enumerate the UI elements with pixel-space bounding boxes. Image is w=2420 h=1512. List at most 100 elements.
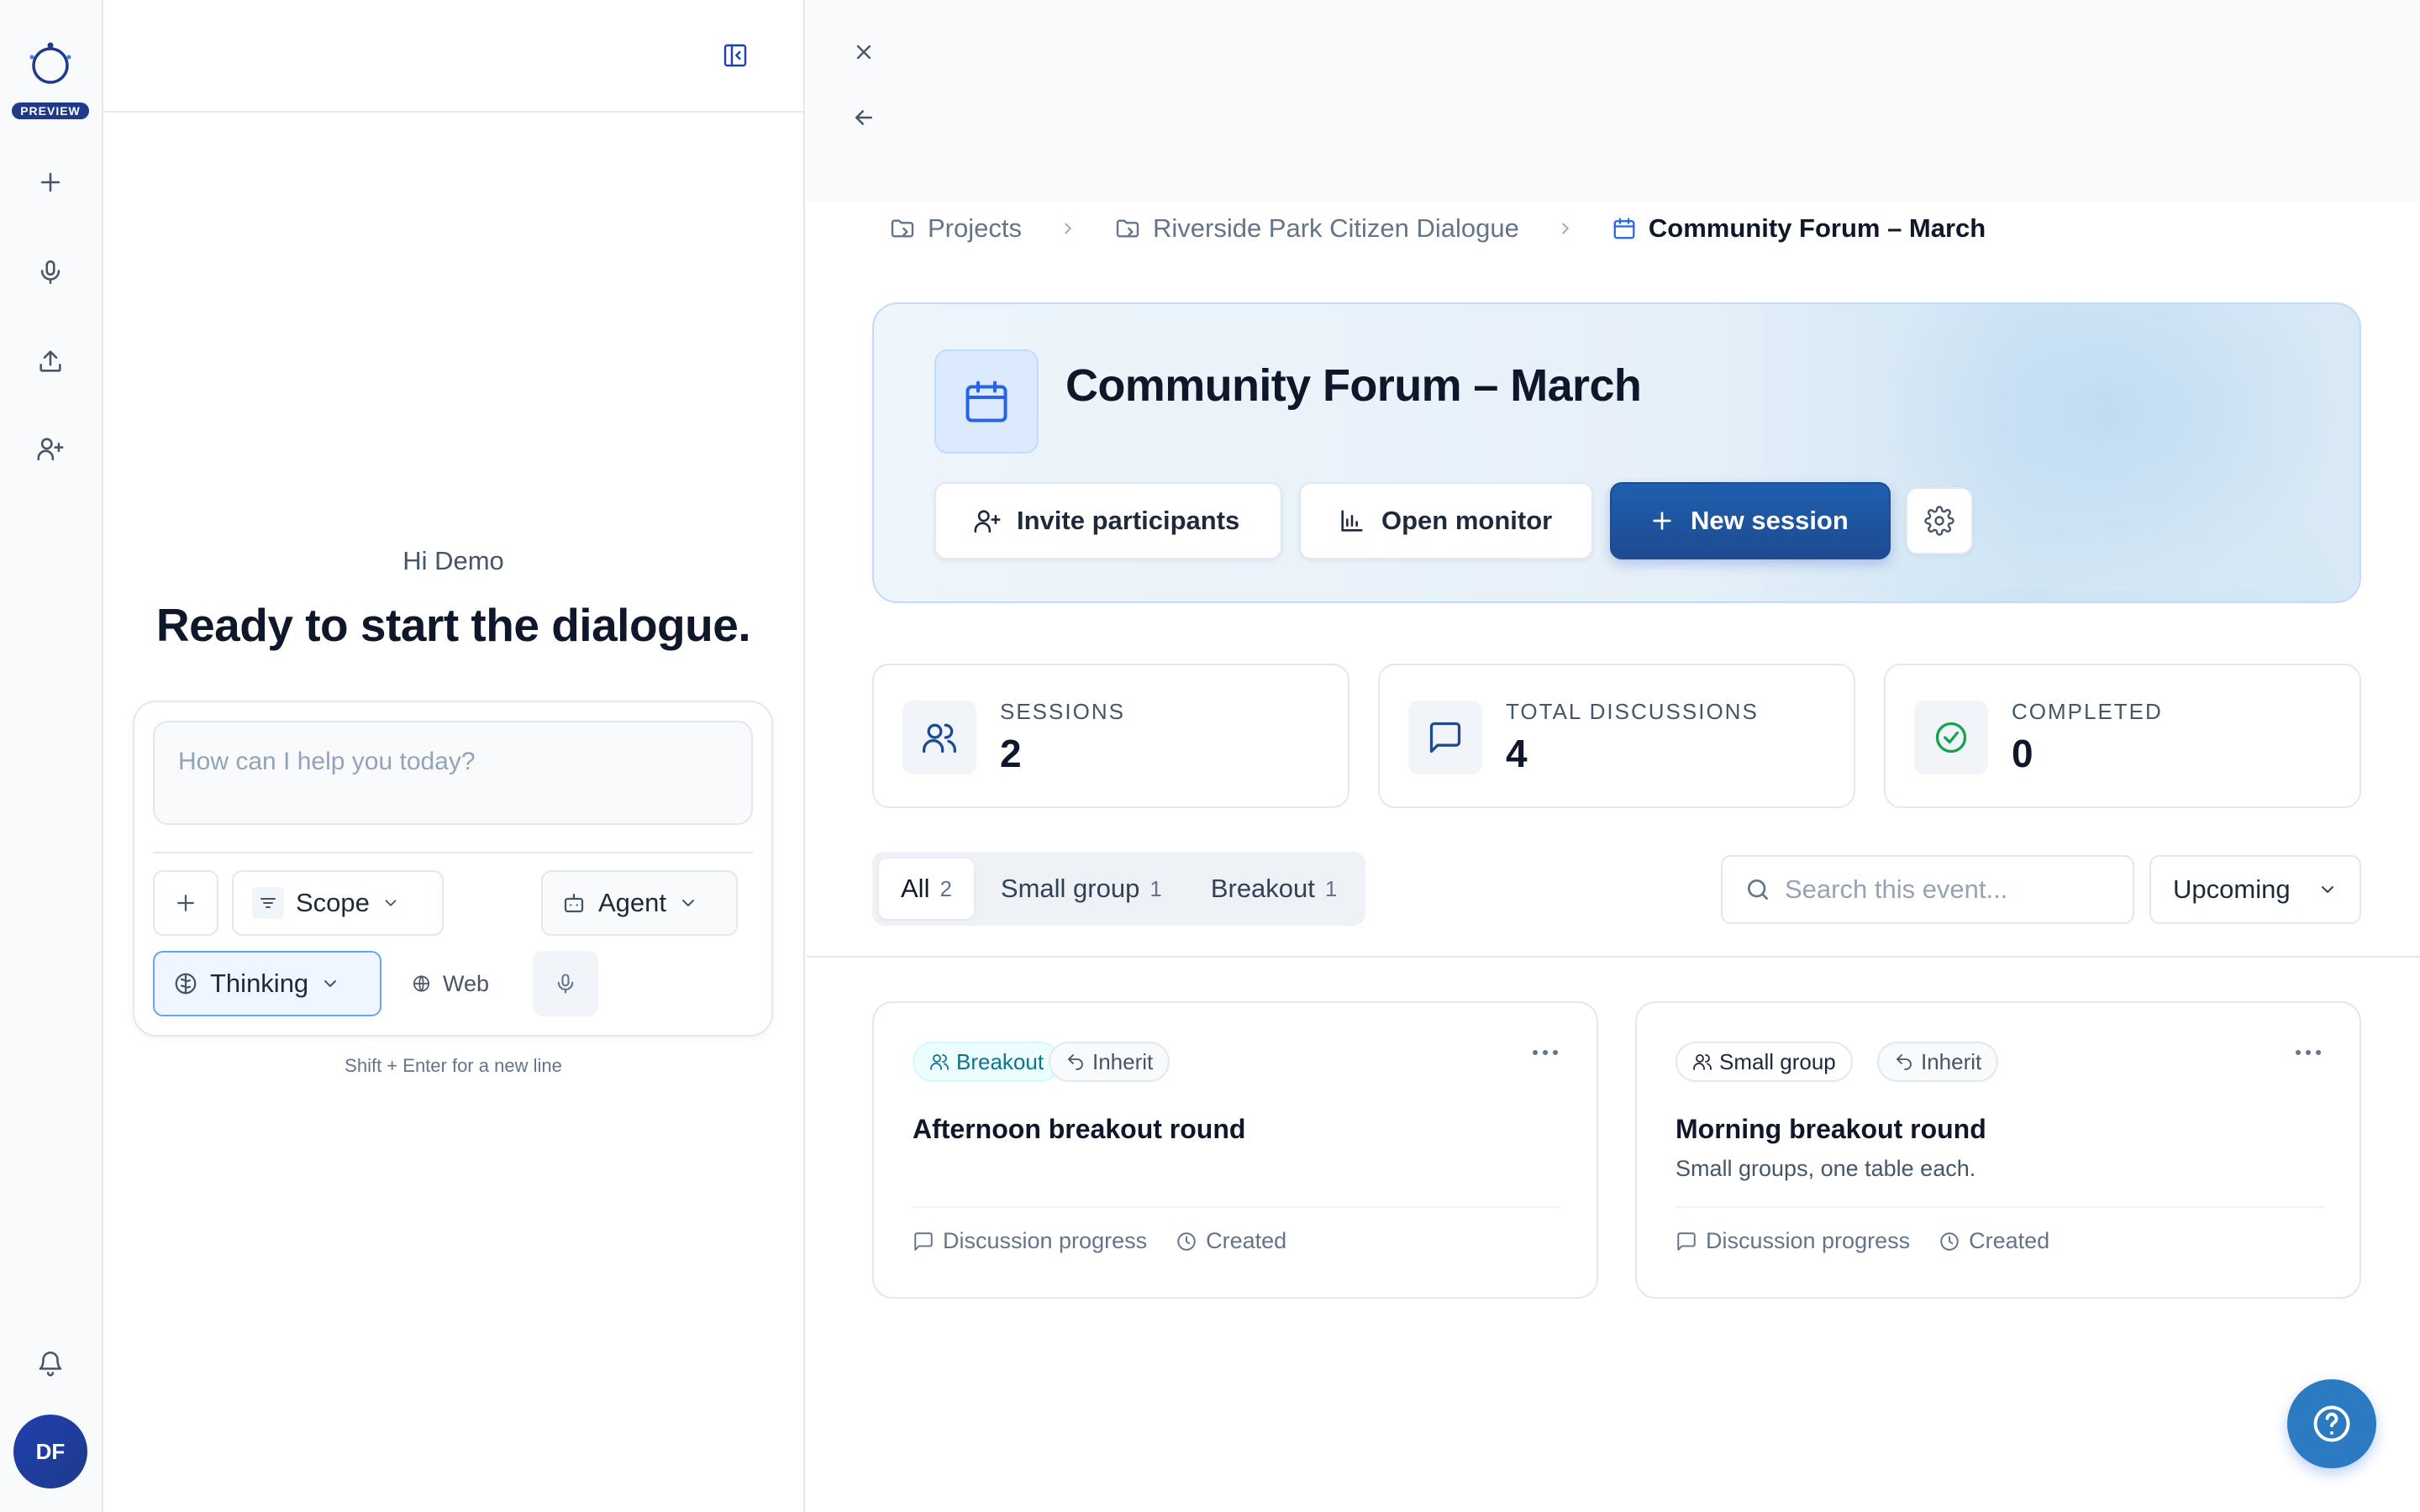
chat-panel: Hi Demo Ready to start the dialogue. Sco… [103,0,805,1512]
collapse-panel-button[interactable] [717,37,754,74]
breadcrumb: Projects Riverside Park Citizen Dialogue… [889,208,1986,249]
add-user-button[interactable] [30,428,71,469]
inherit-chip: Inherit [1049,1042,1171,1082]
stat-label: COMPLETED [2012,699,2163,724]
composer-hint: Shift + Enter for a new line [345,1055,562,1076]
dictate-button[interactable] [533,951,598,1016]
tab-count: 1 [1324,875,1338,901]
prompt-input[interactable] [153,721,753,825]
session-meta: Discussion progress Created [1676,1228,2049,1254]
tab-small-group[interactable]: Small group 1 [979,858,1184,919]
session-title: Morning breakout round [1676,1114,1986,1144]
bar-chart-icon [1341,510,1363,532]
section-divider [807,956,2420,958]
close-button[interactable] [845,34,882,71]
check-circle-icon [1914,701,1988,774]
stat-value: 2 [1000,732,1022,775]
meta-progress: Discussion progress [913,1228,1147,1254]
session-card[interactable]: Breakout Inherit Afternoon breakout roun… [872,1001,1598,1299]
undo-icon [1068,1054,1083,1070]
user-plus-icon [37,438,64,461]
search-input[interactable] [1785,874,2104,905]
new-chat-button[interactable] [30,162,71,202]
thinking-label: Thinking [210,969,309,998]
chevron-right-icon [1059,219,1077,238]
open-monitor-button[interactable]: Open monitor [1299,482,1593,559]
session-card[interactable]: Small group Inherit Morning breakout rou… [1635,1001,2361,1299]
chevron-down-icon [682,900,695,906]
agent-label: Agent [598,888,667,917]
web-toggle[interactable]: Web [392,951,509,1016]
card-divider [1676,1206,2324,1208]
brain-icon [175,973,197,995]
sidebar-collapse-icon [723,44,747,67]
chevron-down-icon [2322,886,2333,893]
breadcrumb-project[interactable]: Riverside Park Citizen Dialogue [1114,213,1519,244]
stat-completed: COMPLETED 0 [1884,664,2361,808]
user-avatar[interactable]: DF [13,1415,87,1488]
composer: Scope Agent Thinking Web [133,701,773,1037]
more-options-icon[interactable] [2296,1050,2321,1055]
help-button[interactable] [2287,1379,2376,1468]
voice-button[interactable] [30,252,71,292]
tab-all[interactable]: All 2 [879,858,974,919]
arrow-left-icon [855,110,872,125]
back-button[interactable] [845,99,882,136]
invite-participants-button[interactable]: Invite participants [934,482,1282,559]
folder-icon [891,219,914,238]
event-hero: Community Forum – March Invite participa… [872,302,2361,603]
tab-count: 1 [1150,875,1162,901]
thinking-toggle[interactable]: Thinking [153,951,381,1016]
new-session-button[interactable]: New session [1610,482,1891,559]
event-title: Community Forum – March [1065,360,1642,411]
gear-icon [1924,506,1954,536]
card-divider [913,1206,1561,1208]
breadcrumb-projects[interactable]: Projects [889,213,1022,244]
folder-icon [1116,219,1139,238]
main-top-bar [807,0,2420,202]
filter-icon [252,887,284,919]
notifications-button[interactable] [30,1343,71,1383]
globe-icon [413,975,429,992]
time-filter-select[interactable]: Upcoming [2149,855,2361,924]
agent-select[interactable]: Agent [541,870,738,936]
meta-progress: Discussion progress [1676,1228,1910,1254]
chevron-down-icon [324,980,337,987]
user-plus-icon [974,510,1001,533]
breadcrumb-current: Community Forum – March [1612,213,1986,244]
greeting: Hi Demo [402,546,504,575]
stat-label: TOTAL DISCUSSIONS [1506,699,1759,724]
upload-button[interactable] [30,341,71,381]
event-search[interactable] [1721,855,2134,924]
bot-icon [564,893,584,913]
close-icon [856,45,871,60]
scope-select[interactable]: Scope [232,870,444,936]
attach-button[interactable] [153,870,218,936]
session-type-chip: Small group [1676,1042,1853,1082]
more-options-icon[interactable] [1533,1050,1558,1055]
session-type-chip: Breakout [913,1042,1061,1082]
message-square-icon [1677,1231,1696,1251]
tab-breakout[interactable]: Breakout 1 [1189,858,1360,919]
users-icon [1693,1054,1712,1070]
session-meta: Discussion progress Created [913,1228,1286,1254]
chevron-right-icon [1556,219,1575,238]
left-rail: PREVIEW DF [0,0,103,1512]
stat-sessions: SESSIONS 2 [872,664,1349,808]
event-settings-button[interactable] [1906,487,1973,554]
logo-icon[interactable] [25,39,76,89]
calendar-icon [934,349,1039,454]
undo-icon [1897,1054,1912,1070]
mic-icon [557,974,574,994]
clock-icon [1940,1231,1959,1251]
help-circle-icon [2313,1405,2350,1442]
users-icon [930,1054,949,1070]
mic-icon [40,260,60,285]
clock-icon [1177,1231,1196,1251]
chat-title: Ready to start the dialogue. [155,599,751,651]
session-title: Afternoon breakout round [913,1114,1246,1144]
message-square-icon [914,1231,933,1251]
main-panel: Projects Riverside Park Citizen Dialogue… [807,0,2420,1512]
stat-total-discussions: TOTAL DISCUSSIONS 4 [1378,664,1855,808]
plus-icon [40,172,60,192]
